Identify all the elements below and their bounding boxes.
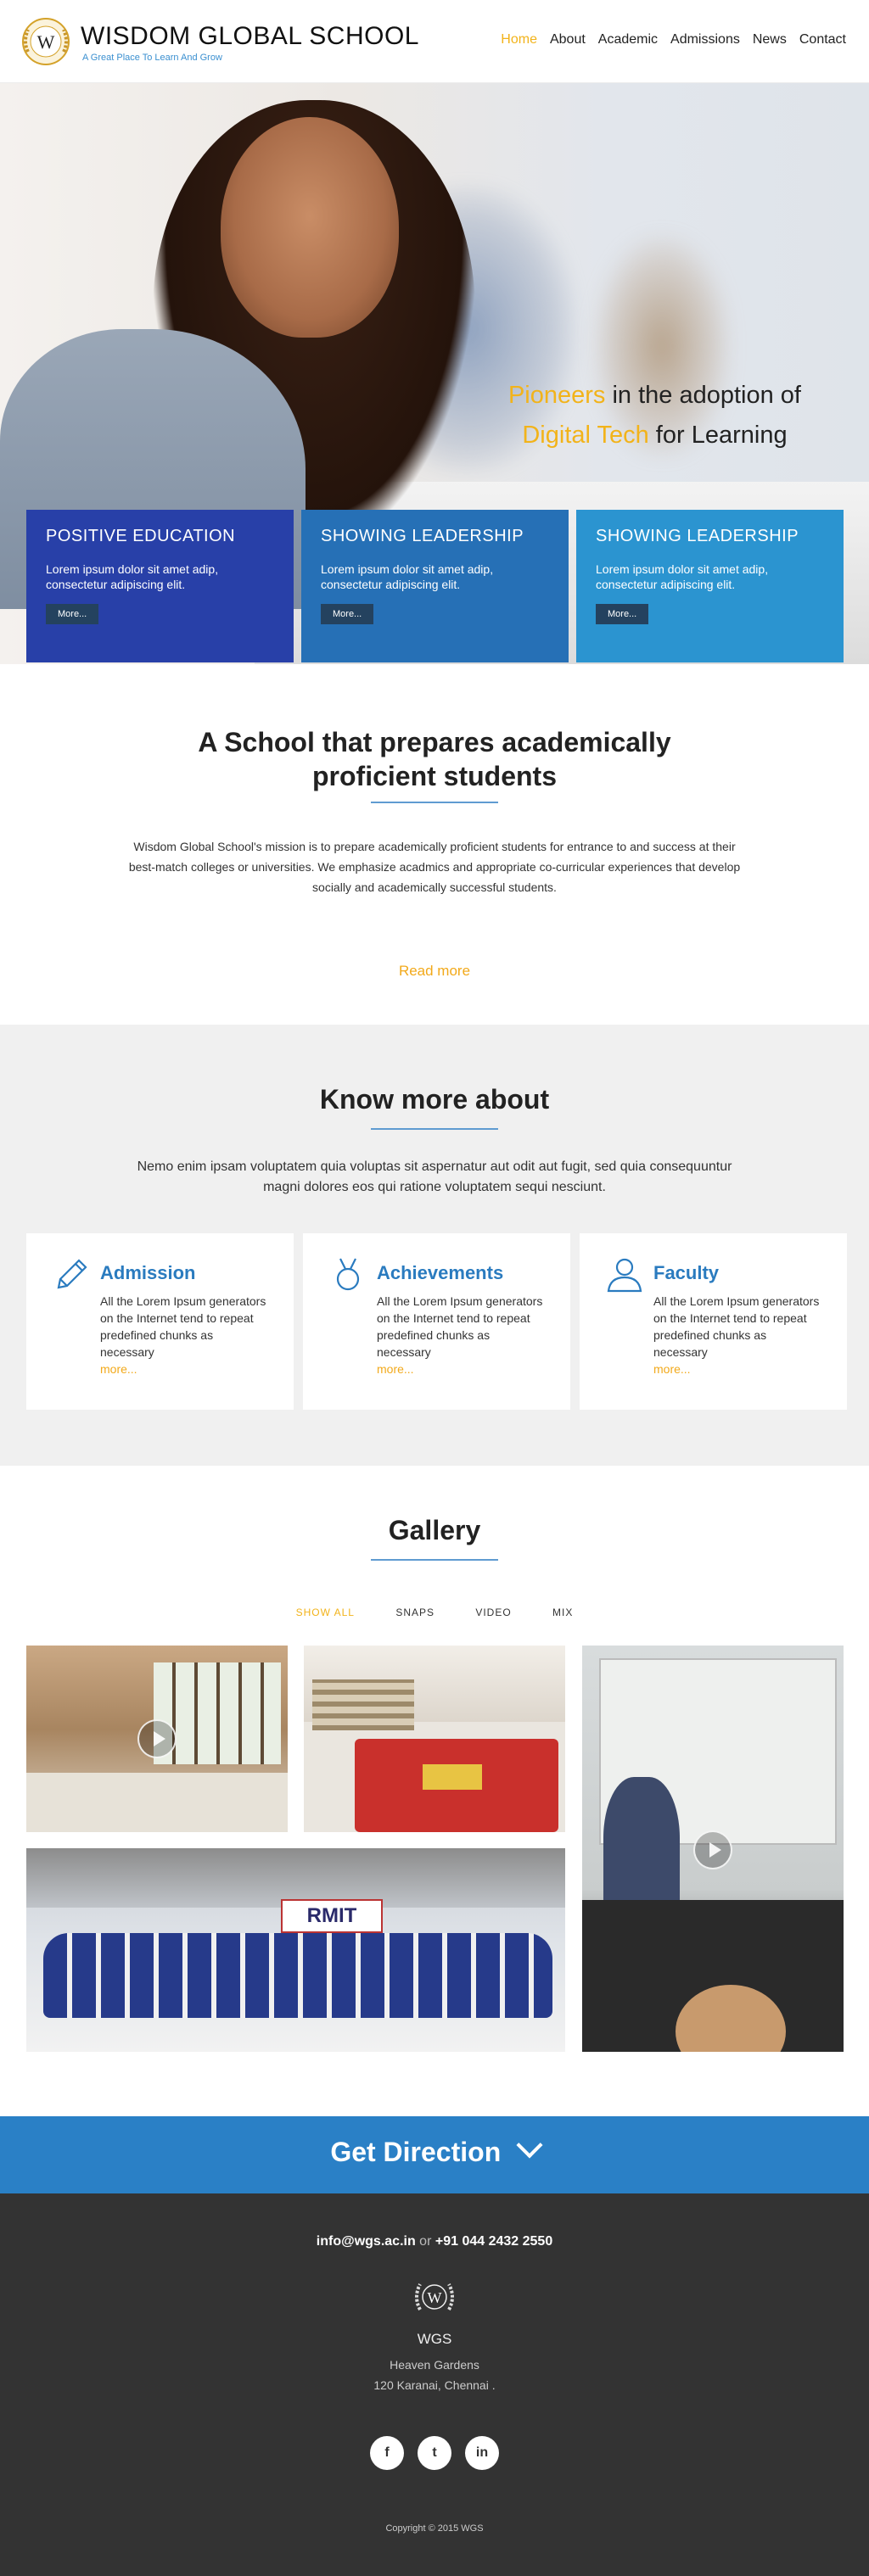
user-icon [607, 1258, 642, 1293]
feature-description: All the Lorem Ipsum generators on the In… [100, 1294, 266, 1359]
know-more-section: Know more about Nemo enim ipsam voluptat… [0, 1025, 869, 1466]
more-button[interactable]: More... [46, 604, 99, 624]
hero-card-text: Lorem ipsum dolor sit amet adip, consect… [596, 562, 769, 591]
feature-title[interactable]: Achievements [377, 1262, 503, 1284]
footer-email[interactable]: info@wgs.ac.in [317, 2234, 416, 2249]
gallery-image-classroom[interactable] [26, 1646, 288, 1832]
feature-card-faculty: Faculty All the Lorem Ipsum generators o… [580, 1233, 847, 1410]
team-banner: RMIT [281, 1899, 383, 1933]
pencil-icon [57, 1259, 87, 1289]
feature-text: All the Lorem Ipsum generators on the In… [653, 1293, 823, 1377]
title-underline [371, 1559, 498, 1561]
read-more-link[interactable]: Read more [0, 963, 869, 980]
play-icon[interactable] [693, 1830, 732, 1869]
hero-headline: Pioneers in the adoption of Digital Tech… [508, 376, 801, 455]
school-logo-icon[interactable]: W [16, 16, 76, 67]
feature-description: All the Lorem Ipsum generators on the In… [377, 1294, 543, 1359]
feature-more-link[interactable]: more... [653, 1362, 691, 1376]
hero-cards: POSITIVE EDUCATION Lorem ipsum dolor sit… [26, 510, 844, 662]
filter-mix[interactable]: MIX [552, 1607, 573, 1618]
medal-icon [336, 1258, 360, 1291]
footer-logo-icon: W [415, 2283, 454, 2311]
brand-tagline: A Great Place To Learn And Grow [82, 53, 222, 63]
hero-card-title: POSITIVE EDUCATION [46, 527, 236, 545]
hero-card-title: SHOWING LEADERSHIP [596, 527, 799, 545]
feature-description: All the Lorem Ipsum generators on the In… [653, 1294, 820, 1359]
nav-news[interactable]: News [753, 32, 787, 47]
gallery-section: Gallery SHOW ALL SNAPS VIDEO MIX RMIT [0, 1466, 869, 2117]
svg-text:W: W [428, 2289, 442, 2306]
nav-admissions[interactable]: Admissions [670, 32, 740, 47]
nav-contact[interactable]: Contact [799, 32, 846, 47]
hero-headline-accent-1: Pioneers [507, 382, 606, 409]
library-shelves [312, 1679, 414, 1730]
facebook-icon[interactable]: f [370, 2436, 404, 2470]
hero-banner: Pioneers in the adoption of Digital Tech… [0, 83, 869, 664]
hero-card-text: Lorem ipsum dolor sit amet adip, consect… [46, 562, 219, 591]
feature-card-achievements: Achievements All the Lorem Ipsum generat… [303, 1233, 570, 1410]
social-links: f t in [0, 2436, 869, 2470]
filter-video[interactable]: VIDEO [475, 1607, 511, 1618]
gallery-filters: SHOW ALL SNAPS VIDEO MIX [0, 1607, 869, 1618]
hero-card-title: SHOWING LEADERSHIP [321, 527, 524, 545]
footer-or: or [415, 2234, 435, 2249]
team-players [43, 1933, 552, 2018]
play-icon[interactable] [137, 1719, 177, 1758]
hero-student-face [221, 117, 399, 338]
feature-more-link[interactable]: more... [377, 1362, 414, 1376]
feature-card-admission: Admission All the Lorem Ipsum generators… [26, 1233, 294, 1410]
hero-card: SHOWING LEADERSHIP Lorem ipsum dolor sit… [576, 510, 844, 662]
hero-card: POSITIVE EDUCATION Lorem ipsum dolor sit… [26, 510, 294, 662]
know-more-subtitle: Nemo enim ipsam voluptatem quia voluptas… [137, 1159, 732, 1194]
footer-contact: info@wgs.ac.in or +91 044 2432 2550 [0, 2234, 869, 2249]
nav-academic[interactable]: Academic [598, 32, 658, 47]
footer-address-line-1: Heaven Gardens [390, 2358, 479, 2372]
library-table [423, 1764, 482, 1790]
intro-title: A School that prepares academically prof… [0, 725, 869, 793]
footer-address-line-2: 120 Karanai, Chennai . [373, 2378, 496, 2392]
intro-title-line-2: proficient students [311, 761, 557, 791]
hero-headline-text-2: for Learning [648, 422, 788, 449]
brand-name[interactable]: WISDOM GLOBAL SCHOOL [81, 22, 419, 51]
title-underline [371, 1128, 498, 1130]
get-direction-label[interactable]: Get Direction [330, 2137, 501, 2168]
gallery-image-presenter[interactable] [582, 1646, 844, 2052]
svg-text:W: W [37, 31, 55, 53]
intro-section: A School that prepares academically prof… [0, 664, 869, 1025]
more-button[interactable]: More... [596, 604, 649, 624]
feature-text: All the Lorem Ipsum generators on the In… [377, 1293, 547, 1377]
site-footer: info@wgs.ac.in or +91 044 2432 2550 W WG… [0, 2193, 869, 2576]
classroom-desks [26, 1773, 288, 1832]
intro-title-line-1: A School that prepares academically [198, 727, 671, 757]
feature-title[interactable]: Faculty [653, 1262, 719, 1284]
intro-text: Wisdom Global School's mission is to pre… [128, 840, 741, 894]
feature-title[interactable]: Admission [100, 1262, 195, 1284]
main-nav: Home About Academic Admissions News Cont… [501, 32, 846, 47]
hero-headline-text-1: in the adoption of [605, 382, 801, 409]
gallery-title: Gallery [388, 1515, 481, 1545]
filter-snaps[interactable]: SNAPS [395, 1607, 434, 1618]
gallery-image-sports-team[interactable]: RMIT [26, 1848, 565, 2052]
know-more-title: Know more about [319, 1084, 550, 1115]
title-underline [371, 802, 498, 803]
feature-more-link[interactable]: more... [100, 1362, 137, 1376]
copyright: Copyright © 2015 WGS [385, 2523, 484, 2534]
footer-name: WGS [417, 2331, 452, 2347]
linkedin-icon[interactable]: in [465, 2436, 499, 2470]
chevron-down-icon[interactable] [516, 2132, 543, 2159]
site-header: W WISDOM GLOBAL SCHOOL A Great Place To … [0, 0, 869, 83]
more-button[interactable]: More... [321, 604, 374, 624]
hero-card: SHOWING LEADERSHIP Lorem ipsum dolor sit… [301, 510, 569, 662]
nav-home[interactable]: Home [501, 32, 537, 47]
nav-about[interactable]: About [550, 32, 586, 47]
filter-show-all[interactable]: SHOW ALL [296, 1607, 355, 1618]
get-direction-bar[interactable]: Get Direction [0, 2116, 869, 2193]
gallery-image-library[interactable] [304, 1646, 565, 1832]
footer-phone[interactable]: +91 044 2432 2550 [435, 2234, 552, 2249]
hero-headline-accent-2: Digital Tech [522, 422, 649, 449]
twitter-icon[interactable]: t [418, 2436, 451, 2470]
feature-text: All the Lorem Ipsum generators on the In… [100, 1293, 270, 1377]
hero-card-text: Lorem ipsum dolor sit amet adip, consect… [321, 562, 494, 591]
